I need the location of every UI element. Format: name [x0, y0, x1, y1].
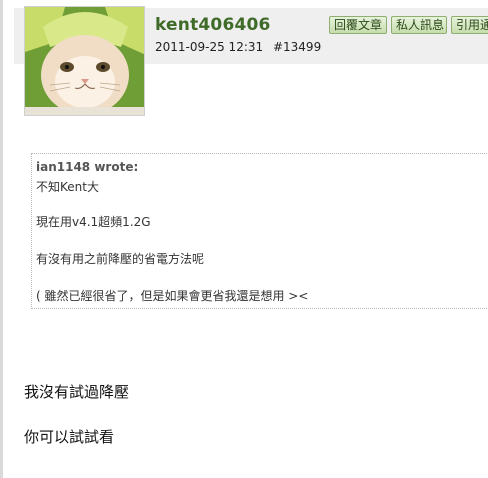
private-message-button[interactable]: 私人訊息	[391, 16, 447, 34]
reply-button[interactable]: 回覆文章	[329, 16, 387, 34]
quote-block: ian1148 wrote: 不知Kent大 現在用v4.1超頻1.2G 有沒有…	[31, 153, 488, 309]
message-line: 你可以試試看	[24, 428, 115, 446]
quote-line: 有沒有用之前降壓的省電方法呢	[36, 252, 205, 266]
user-avatar[interactable]	[24, 6, 145, 116]
post-username[interactable]: kent406406	[155, 15, 271, 35]
post-timestamp: 2011-09-25 12:31	[155, 40, 264, 54]
quote-line: 現在用v4.1超頻1.2G	[36, 215, 151, 229]
message-line: 我沒有試過降壓	[24, 383, 130, 401]
avatar-image	[25, 7, 144, 115]
quote-author: ian1148 wrote:	[36, 160, 139, 174]
quote-line: 不知Kent大	[36, 180, 99, 194]
post-meta: 2011-09-25 12:31 #13499	[155, 40, 321, 54]
left-divider	[0, 0, 3, 478]
quote-line: ( 雖然已經很省了，但是如果會更省我還是想用 ><	[36, 289, 309, 303]
quote-button[interactable]: 引用通	[451, 16, 488, 34]
post-number[interactable]: #13499	[273, 40, 321, 54]
